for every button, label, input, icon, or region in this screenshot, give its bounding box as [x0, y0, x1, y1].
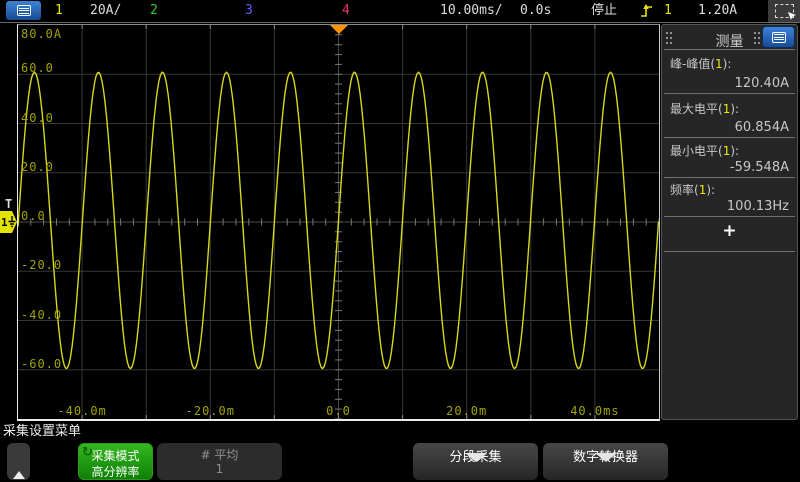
down-arrow-icon — [465, 462, 487, 481]
x-tick-label: 20.0m — [446, 404, 487, 418]
measurement-value: 120.40A — [735, 76, 789, 91]
delay-readout[interactable]: 0.0s — [520, 0, 551, 22]
measurement-value: 60.854A — [735, 120, 789, 135]
divider — [664, 137, 795, 138]
x-tick-label: 40.0ms — [570, 404, 619, 418]
ground-symbol-icon — [8, 216, 16, 228]
trigger-position-marker[interactable] — [330, 25, 348, 34]
y-tick-label: -20.0 — [21, 258, 62, 272]
divider — [664, 251, 795, 252]
drag-grip-icon[interactable] — [754, 32, 760, 46]
y-tick-label: -60.0 — [21, 357, 62, 371]
run-state-indicator: 停止 — [591, 0, 617, 22]
x-tick-label: -40.0m — [57, 404, 106, 418]
divider — [664, 216, 795, 217]
channel-1-scale[interactable]: 20A/ — [90, 0, 121, 22]
channel-1-indicator[interactable]: 1 — [55, 0, 63, 22]
waveform-display-area[interactable]: 80.0A 60.0 40.0 20.0 0.0 -20.0 -40.0 -60.0 -40.… — [17, 24, 660, 421]
channel-2-indicator[interactable]: 2 — [150, 0, 158, 22]
top-status-bar: 1 20A/ 2 3 4 10.00ms/ 0.0s 停止 1 1.20A — [0, 0, 800, 23]
hamburger-menu-icon — [17, 5, 31, 16]
y-tick-label: 80.0A — [21, 27, 62, 41]
timebase-readout[interactable]: 10.00ms/ — [440, 0, 503, 22]
y-tick-label: 20.0 — [21, 160, 54, 174]
segmented-acquisition-softkey[interactable]: 分段采集 — [413, 443, 538, 480]
x-tick-label: 0.0 — [326, 404, 351, 418]
selection-rectangle-icon — [775, 4, 794, 18]
divider — [664, 177, 795, 178]
y-tick-label: -40.0 — [21, 308, 62, 322]
panel-menu-button[interactable] — [763, 27, 794, 47]
measurement-panel: 测量 峰-峰值(1): 120.40A 最大电平(1): 60.854A 最小电… — [661, 24, 798, 420]
channel-1-ground-marker[interactable]: 1 — [0, 211, 17, 233]
divider — [664, 49, 795, 50]
digitizer-softkey[interactable]: 数字转换器 — [543, 443, 668, 480]
x-tick-label: -20.0m — [186, 404, 235, 418]
hamburger-menu-icon — [772, 32, 786, 43]
oscilloscope-screen: 1 20A/ 2 3 4 10.00ms/ 0.0s 停止 1 1.20A 80… — [0, 0, 800, 482]
add-measurement-button[interactable]: + — [662, 221, 797, 241]
rising-edge-trigger-icon — [640, 3, 653, 23]
divider — [664, 93, 795, 94]
y-tick-label: 60.0 — [21, 61, 54, 75]
main-menu-button[interactable] — [6, 1, 41, 20]
measurement-value: -59.548A — [730, 160, 789, 175]
up-arrow-icon — [13, 452, 25, 471]
channel-4-indicator[interactable]: 4 — [342, 0, 350, 22]
time-reference-marker: T — [5, 197, 12, 211]
y-tick-label: 0.0 — [21, 209, 46, 223]
ground-marker-channel-number: 1 — [1, 216, 8, 229]
acquisition-mode-softkey[interactable]: ↻ 采集模式 高分辨率 — [78, 443, 153, 480]
trigger-level-readout[interactable]: 1.20A — [698, 0, 737, 22]
softkey-menu-title: 采集设置菜单 — [3, 420, 81, 439]
trigger-source[interactable]: 1 — [664, 0, 672, 22]
measurement-value: 100.13Hz — [727, 199, 789, 214]
back-button[interactable] — [7, 443, 30, 480]
y-tick-label: 40.0 — [21, 111, 54, 125]
selection-tool-button[interactable] — [768, 0, 800, 22]
waveform-canvas — [18, 25, 659, 419]
down-arrow-icon — [595, 462, 617, 481]
average-count-softkey: # 平均 1 — [157, 443, 282, 480]
channel-3-indicator[interactable]: 3 — [245, 0, 253, 22]
